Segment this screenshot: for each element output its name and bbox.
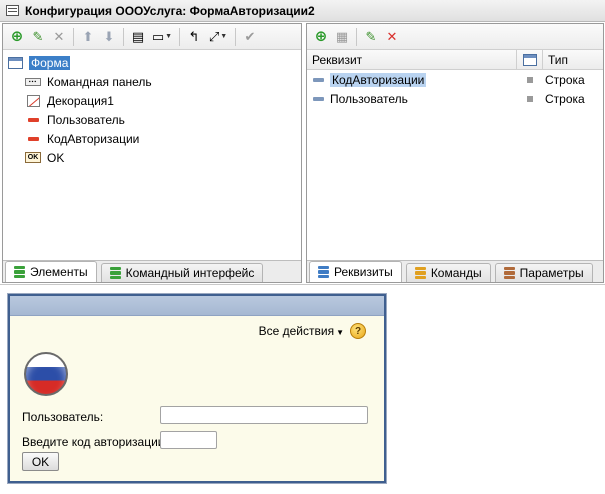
user-input[interactable] — [160, 406, 368, 424]
decoration-icon — [26, 94, 40, 107]
attribute-type: Строка — [545, 72, 585, 87]
table-row[interactable]: Пользователь Строка — [307, 89, 603, 108]
elements-toolbar: ⊕ ✎ ✕ ⬆ ⬇ ▤ ▭ ▼ ↰ ⤢ ▼ ✔ — [3, 24, 301, 50]
tab-label: Элементы — [30, 265, 88, 279]
tree-item-label: Декорация1 — [47, 93, 114, 108]
type-icon — [527, 95, 533, 102]
edit-icon[interactable]: ✎ — [361, 27, 381, 47]
attribute-type: Строка — [545, 91, 585, 106]
tree-item-label: Форма — [29, 55, 71, 70]
form-icon — [7, 56, 23, 69]
attributes-grid-header: Реквизит Тип — [307, 50, 603, 70]
toolbar-separator — [123, 27, 124, 46]
column-header-type-icon — [517, 50, 543, 69]
button-icon: OK — [25, 152, 41, 163]
attribute-icon — [313, 96, 324, 101]
tree-item-label: OK — [47, 150, 65, 165]
table-row[interactable]: КодАвторизации Строка — [307, 70, 603, 89]
tab-elements[interactable]: Элементы — [5, 261, 97, 282]
attributes-tab-icon — [318, 266, 329, 278]
command-panel-icon: ▪▪▪ — [25, 77, 41, 86]
form-actions-bar: Все действия ▼ ? — [259, 323, 366, 339]
form-view-icon[interactable]: ▭ ▼ — [149, 27, 175, 47]
field-icon — [27, 117, 39, 122]
attributes-toolbar: ⊕ ▦ ✎ ✕ — [307, 24, 603, 50]
form-preview-area: Все действия ▼ ? Пользователь: Введите ко… — [0, 284, 605, 494]
attributes-pane: ⊕ ▦ ✎ ✕ Реквизит Тип КодАвторизации Стро… — [306, 23, 604, 283]
window-title: Конфигурация ОООУслуга: ФормаАвторизации… — [25, 3, 315, 18]
add-attribute-icon[interactable]: ⊕ — [311, 27, 331, 47]
tab-attributes[interactable]: Реквизиты — [309, 261, 402, 282]
delete-icon[interactable]: ✕ — [382, 27, 402, 47]
tab-parameters[interactable]: Параметры — [494, 263, 593, 282]
toolbar-separator — [356, 27, 357, 46]
tab-commands[interactable]: Команды — [405, 263, 491, 282]
attribute-icon — [313, 77, 324, 82]
elements-tree: Форма ▪▪▪ Командная панель Декорация1 По… — [3, 50, 301, 167]
tree-item-form[interactable]: Форма — [7, 53, 301, 72]
expand-icon[interactable]: ⤢ ▼ — [205, 27, 231, 47]
title-bar: Конфигурация ОООУслуга: ФормаАвторизации… — [0, 0, 605, 22]
properties-icon[interactable]: ▤ — [128, 27, 148, 47]
move-up-icon[interactable]: ⬆ — [78, 27, 98, 47]
tree-item-ok[interactable]: OK OK — [7, 148, 301, 167]
russia-flag-icon — [24, 352, 68, 396]
auth-code-label: Введите код авторизации: — [22, 435, 168, 449]
tree-item-user[interactable]: Пользователь — [7, 110, 301, 129]
tree-item-label: Командная панель — [47, 74, 152, 89]
form-preview-window: Все действия ▼ ? Пользователь: Введите ко… — [8, 294, 386, 483]
column-header-type[interactable]: Тип — [543, 50, 603, 69]
toolbar-separator — [73, 27, 74, 46]
tree-item-decoration[interactable]: Декорация1 — [7, 91, 301, 110]
tree-item-command-panel[interactable]: ▪▪▪ Командная панель — [7, 72, 301, 91]
tree-item-auth-code[interactable]: КодАвторизации — [7, 129, 301, 148]
all-actions-label: Все действия — [258, 324, 335, 338]
all-actions-menu[interactable]: Все действия ▼ — [259, 324, 344, 338]
elements-pane: ⊕ ✎ ✕ ⬆ ⬇ ▤ ▭ ▼ ↰ ⤢ ▼ ✔ Форма ▪▪▪ Командна… — [2, 23, 302, 283]
user-label: Пользователь: — [22, 410, 104, 424]
command-interface-tab-icon — [109, 267, 121, 279]
toolbar-separator — [179, 27, 180, 46]
tree-item-label: КодАвторизации — [47, 131, 140, 146]
help-icon[interactable]: ? — [350, 323, 366, 339]
column-header-attribute[interactable]: Реквизит — [307, 50, 517, 69]
delete-icon[interactable]: ✕ — [49, 27, 69, 47]
type-column-icon — [522, 53, 537, 66]
ok-button[interactable]: OK — [22, 452, 59, 471]
tree-item-label: Пользователь — [47, 112, 125, 127]
move-down-icon[interactable]: ⬇ — [99, 27, 119, 47]
elements-tabs: Элементы Командный интерфейс — [3, 260, 301, 282]
elements-tab-icon — [14, 266, 25, 278]
toolbar-separator — [235, 27, 236, 46]
add-columns-icon[interactable]: ▦ — [332, 27, 352, 47]
attribute-name: КодАвторизации — [330, 72, 427, 87]
attribute-name: Пользователь — [330, 91, 408, 106]
chevron-down-icon: ▼ — [336, 328, 344, 337]
auth-code-input[interactable] — [160, 431, 217, 449]
attributes-tabs: Реквизиты Команды Параметры — [307, 260, 603, 282]
tab-label: Командный интерфейс — [125, 266, 255, 280]
check-icon[interactable]: ✔ — [240, 27, 260, 47]
parameters-tab-icon — [503, 267, 515, 279]
type-icon — [527, 76, 533, 83]
undo-arrow-icon[interactable]: ↰ — [184, 27, 204, 47]
field-icon — [27, 136, 39, 141]
window-icon — [6, 5, 19, 16]
tab-label: Параметры — [519, 266, 584, 280]
commands-tab-icon — [414, 267, 426, 279]
edit-icon[interactable]: ✎ — [28, 27, 48, 47]
form-preview-header — [10, 296, 384, 316]
tab-label: Команды — [430, 266, 482, 280]
tab-label: Реквизиты — [334, 265, 393, 279]
tab-command-interface[interactable]: Командный интерфейс — [100, 263, 264, 282]
add-icon[interactable]: ⊕ — [7, 27, 27, 47]
